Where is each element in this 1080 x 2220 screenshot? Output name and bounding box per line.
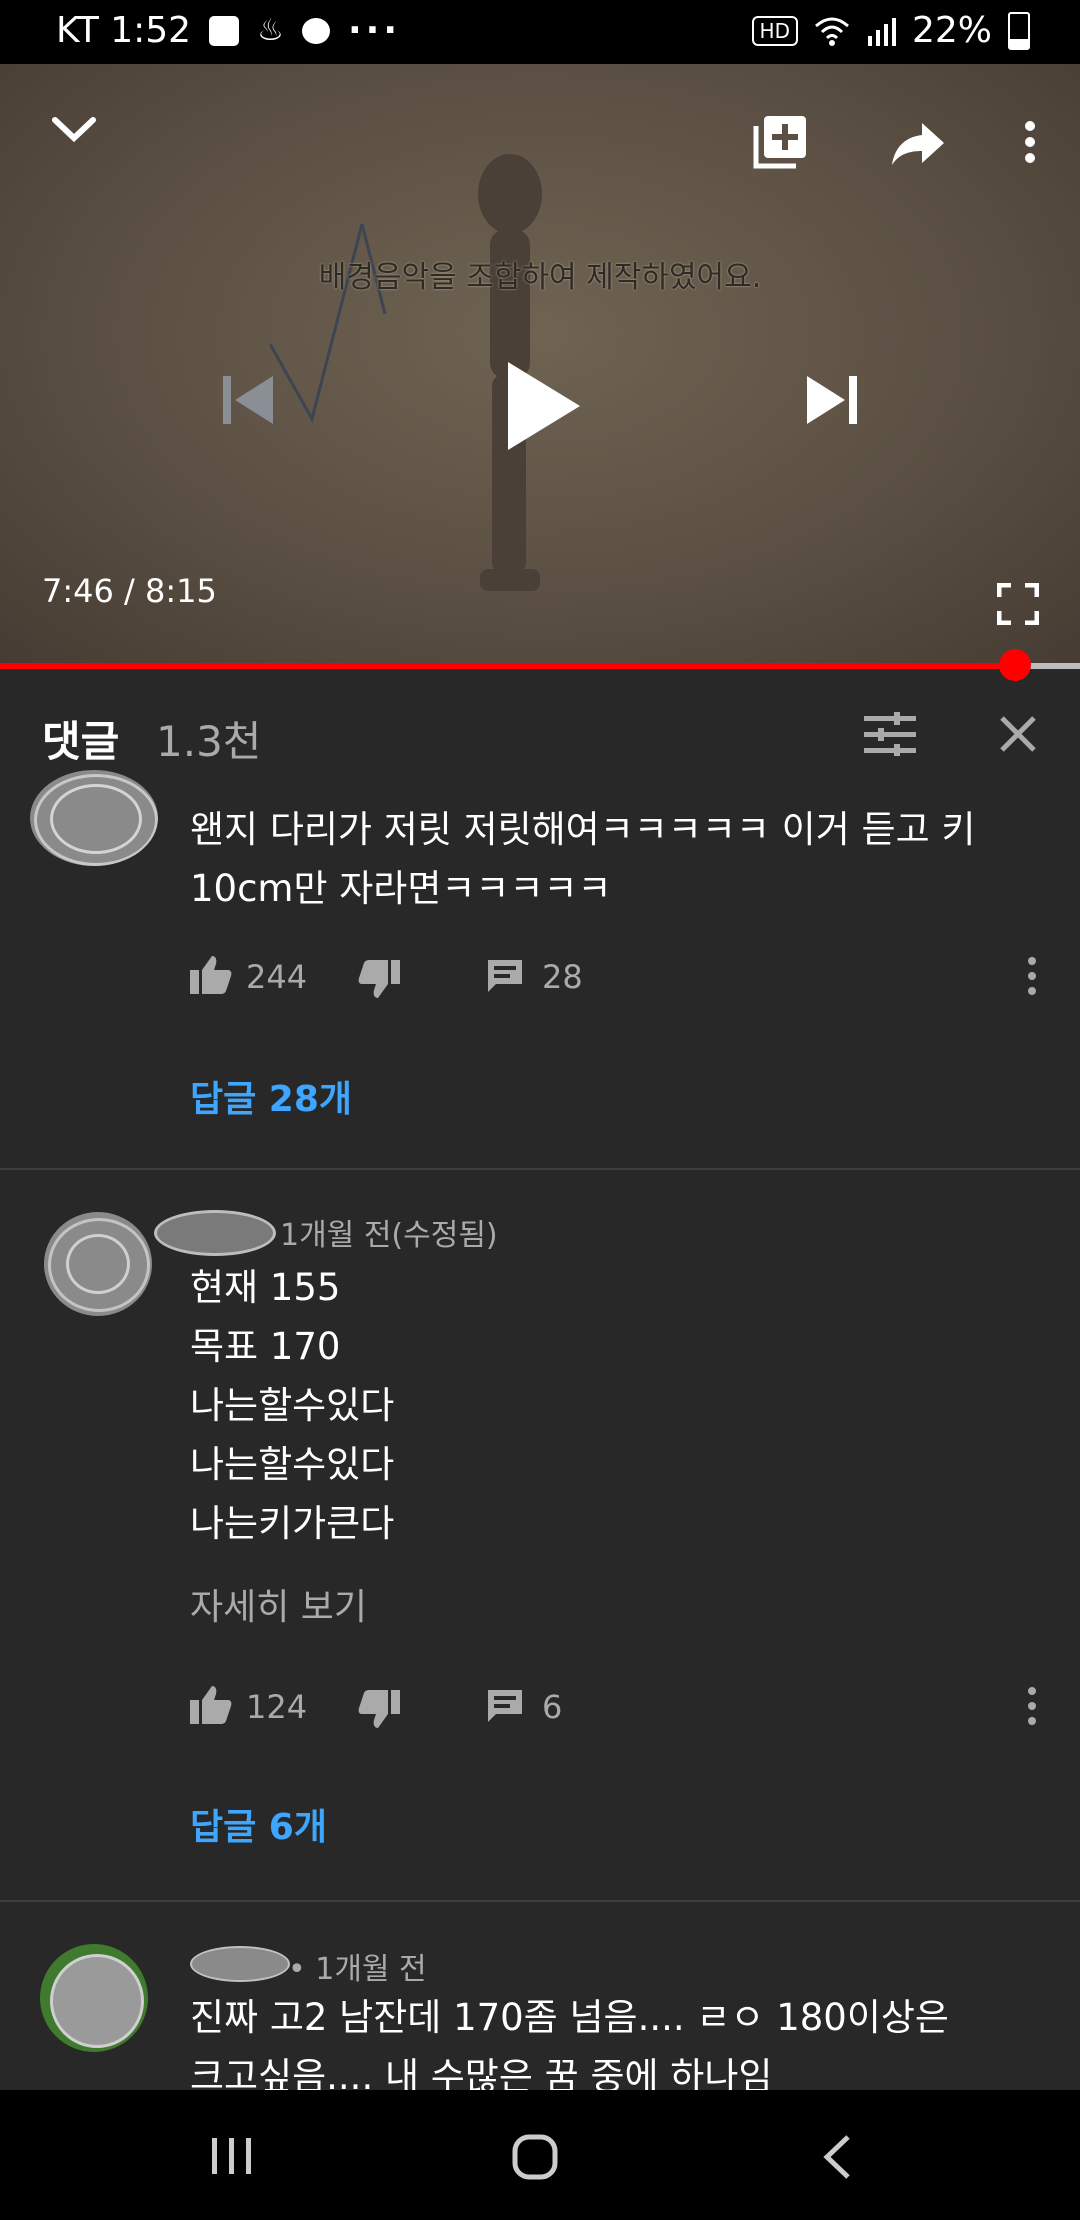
comment-more-icon[interactable] <box>1026 1686 1038 1726</box>
reply-button[interactable] <box>486 1688 524 1724</box>
comment-line: 진짜 고2 남잔데 170좀 넘음.... ㄹㅇ 180이상은 <box>190 1996 949 2039</box>
close-comments-button[interactable] <box>986 702 1050 766</box>
close-icon <box>1000 716 1036 752</box>
reply-count: 6 <box>542 1688 563 1726</box>
gallery-icon <box>209 15 240 46</box>
comment-actions: 244 28 <box>190 946 1070 1006</box>
avatar-scribble <box>50 1954 144 2048</box>
minimize-button[interactable] <box>36 98 112 160</box>
status-right: HD 22% <box>751 10 1030 51</box>
comment-actions: 124 6 <box>190 1676 1070 1736</box>
comment-line: 나는키가큰다 <box>190 1502 395 1545</box>
reply-count: 28 <box>542 958 583 996</box>
avatar-scribble <box>50 784 142 854</box>
total-time: 8:15 <box>144 572 217 610</box>
next-button[interactable] <box>796 364 868 436</box>
comment-meta: • 1개월 전 <box>288 1952 427 1987</box>
carrier-time: KT 1:52 <box>56 10 192 51</box>
username-scribble <box>190 1946 290 1982</box>
like-count: 244 <box>246 958 308 996</box>
sort-comments-button[interactable] <box>858 702 922 766</box>
comment-divider <box>0 1168 1080 1170</box>
status-left: KT 1:52 ♨ ··· <box>56 10 401 51</box>
avatar[interactable] <box>40 1944 148 2052</box>
read-more-link[interactable]: 자세히 보기 <box>190 1578 367 1630</box>
comment-meta: 1개월 전(수정됨) <box>280 1218 498 1253</box>
chat-bubble-icon <box>302 17 330 44</box>
current-time: 7:46 <box>42 572 114 610</box>
play-icon <box>508 362 580 450</box>
chevron-down-icon <box>52 117 96 143</box>
comment-line: 크고싶음.... 내 수많은 꿈 중에 하나임 <box>190 2055 773 2090</box>
comments-count: 1.3천 <box>156 717 262 766</box>
video-caption: 배경음악을 조합하여 제작하였어요. <box>318 260 762 295</box>
comment-text: 현재 155 목표 170 나는할수있다 나는할수있다 나는키가큰다 <box>190 1258 394 1553</box>
wifi-icon <box>814 17 849 46</box>
playlist-add-icon <box>753 116 806 169</box>
skip-next-icon <box>807 376 857 424</box>
reply-button[interactable] <box>486 958 524 994</box>
sort-filter-icon <box>864 712 916 756</box>
view-replies-link[interactable]: 답글 6개 <box>190 1798 327 1850</box>
like-button[interactable] <box>190 954 232 994</box>
signal-icon <box>867 17 896 46</box>
view-replies-link[interactable]: 답글 28개 <box>190 1070 352 1122</box>
playback-time: 7:46 / 8:15 <box>42 572 217 610</box>
recent-apps-button[interactable] <box>210 2136 254 2176</box>
avatar-scribble <box>66 1234 130 1294</box>
progress-bar[interactable] <box>0 649 1080 681</box>
share-arrow-icon <box>892 123 944 165</box>
progress-fill <box>0 663 1016 669</box>
avatar[interactable] <box>30 770 158 866</box>
avatar[interactable] <box>44 1212 152 1316</box>
comment-line: 나는할수있다 <box>190 1443 395 1486</box>
navigation-bar <box>0 2090 1080 2220</box>
home-button[interactable] <box>512 2134 558 2180</box>
status-bar: KT 1:52 ♨ ··· HD 22% <box>0 0 1080 64</box>
fullscreen-icon <box>997 583 1039 625</box>
username-scribble <box>154 1210 276 1256</box>
comment-line: 10cm만 자라면ㅋㅋㅋㅋㅋ <box>190 867 612 910</box>
battery-percent: 22% <box>911 10 992 51</box>
more-notifications-icon: ··· <box>348 10 402 51</box>
comment-item: • 1개월 전 진짜 고2 남잔데 170좀 넘음.... ㄹㅇ 180이상은 … <box>0 1902 1080 2090</box>
time-separator: / <box>113 572 145 610</box>
comment-more-icon[interactable] <box>1026 956 1038 996</box>
hd-voice-icon: HD <box>751 15 798 46</box>
noodle-icon: ♨ <box>257 13 284 48</box>
skip-previous-icon <box>223 376 273 424</box>
dislike-button[interactable] <box>358 960 400 1000</box>
back-button[interactable] <box>822 2134 852 2180</box>
previous-button[interactable] <box>212 364 284 436</box>
comment-line: 현재 155 <box>190 1266 341 1309</box>
comments-header: 댓글 1.3천 <box>0 672 1080 792</box>
kebab-menu-icon <box>1025 121 1035 163</box>
add-to-playlist-button[interactable] <box>742 104 818 180</box>
battery-icon <box>1008 11 1030 50</box>
like-count: 124 <box>246 1688 308 1726</box>
share-button[interactable] <box>880 108 956 180</box>
comments-title: 댓글 <box>42 717 120 766</box>
comment-line: 목표 170 <box>190 1325 341 1368</box>
comment-line: 나는할수있다 <box>190 1384 395 1427</box>
comment-text: 진짜 고2 남잔데 170좀 넘음.... ㄹㅇ 180이상은 크고싶음....… <box>190 1988 949 2090</box>
comment-text: 왠지 다리가 저릿 저릿해여ㅋㅋㅋㅋㅋ 이거 듣고 키 10cm만 자라면ㅋㅋㅋ… <box>190 800 975 918</box>
comment-line: 왠지 다리가 저릿 저릿해여ㅋㅋㅋㅋㅋ 이거 듣고 키 <box>190 808 976 851</box>
fullscreen-button[interactable] <box>986 572 1050 636</box>
like-button[interactable] <box>190 1684 232 1724</box>
more-options-button[interactable] <box>1000 104 1060 180</box>
dislike-button[interactable] <box>358 1690 400 1730</box>
video-player[interactable]: 배경음악을 조합하여 제작하였어요. 7:46 / 8:15 <box>0 64 1080 664</box>
play-button[interactable] <box>494 356 594 456</box>
